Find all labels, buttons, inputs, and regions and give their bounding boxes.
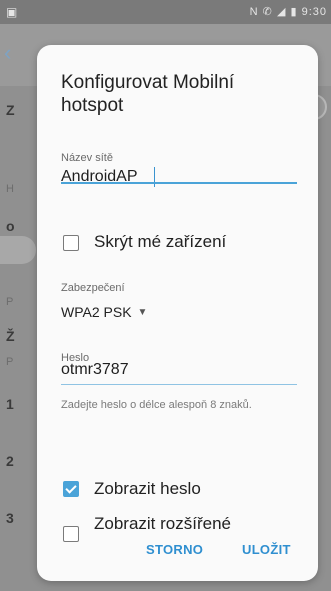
- security-value: WPA2 PSK: [61, 304, 132, 320]
- dialog-title: Konfigurovat Mobilní hotspot: [61, 72, 235, 116]
- show-advanced-checkbox[interactable]: [63, 526, 79, 542]
- background-row: Z: [6, 102, 15, 118]
- save-button[interactable]: ULOŽIT: [242, 542, 291, 557]
- dropdown-arrow-icon: ▼: [137, 307, 148, 318]
- background-row: 3: [6, 510, 14, 526]
- signal-icons: N ✆ ◢ ▮: [249, 6, 298, 18]
- network-name-label: Název sítě: [61, 152, 113, 164]
- show-password-label[interactable]: Zobrazit heslo: [94, 479, 201, 499]
- background-row: H: [6, 183, 14, 195]
- show-password-checkbox[interactable]: [63, 481, 79, 497]
- hotspot-config-dialog: Konfigurovat Mobilní hotspot Název sítě …: [37, 45, 318, 581]
- status-icons: N ✆ ◢ ▮ 9:30: [250, 5, 327, 18]
- password-underline: [61, 384, 297, 385]
- background-row: Ž: [6, 328, 15, 344]
- cancel-button[interactable]: STORNO: [146, 542, 203, 557]
- show-advanced-label[interactable]: Zobrazit rozšířené: [94, 514, 231, 534]
- hide-device-label[interactable]: Skrýt mé zařízení: [94, 232, 226, 252]
- status-bar: ▣ N ✆ ◢ ▮ 9:30: [0, 0, 331, 24]
- password-hint: Zadejte heslo o délce alespoň 8 znaků.: [61, 399, 252, 411]
- hide-device-checkbox[interactable]: [63, 235, 79, 251]
- background-pill: [0, 236, 36, 264]
- background-row: 1: [6, 396, 14, 412]
- background-row: 2: [6, 453, 14, 469]
- text-cursor: [154, 167, 155, 187]
- security-label: Zabezpečení: [61, 282, 125, 294]
- security-dropdown[interactable]: WPA2 PSK ▼: [61, 304, 147, 320]
- network-name-underline: [61, 182, 297, 184]
- background-row: P: [6, 296, 14, 308]
- background-row: o: [6, 218, 15, 234]
- password-input[interactable]: [61, 359, 297, 381]
- back-arrow-icon[interactable]: ‹: [4, 40, 11, 66]
- network-name-input[interactable]: [61, 166, 297, 188]
- notification-icon: ▣: [6, 5, 18, 19]
- clock: 9:30: [301, 6, 327, 18]
- background-row: P: [6, 356, 14, 368]
